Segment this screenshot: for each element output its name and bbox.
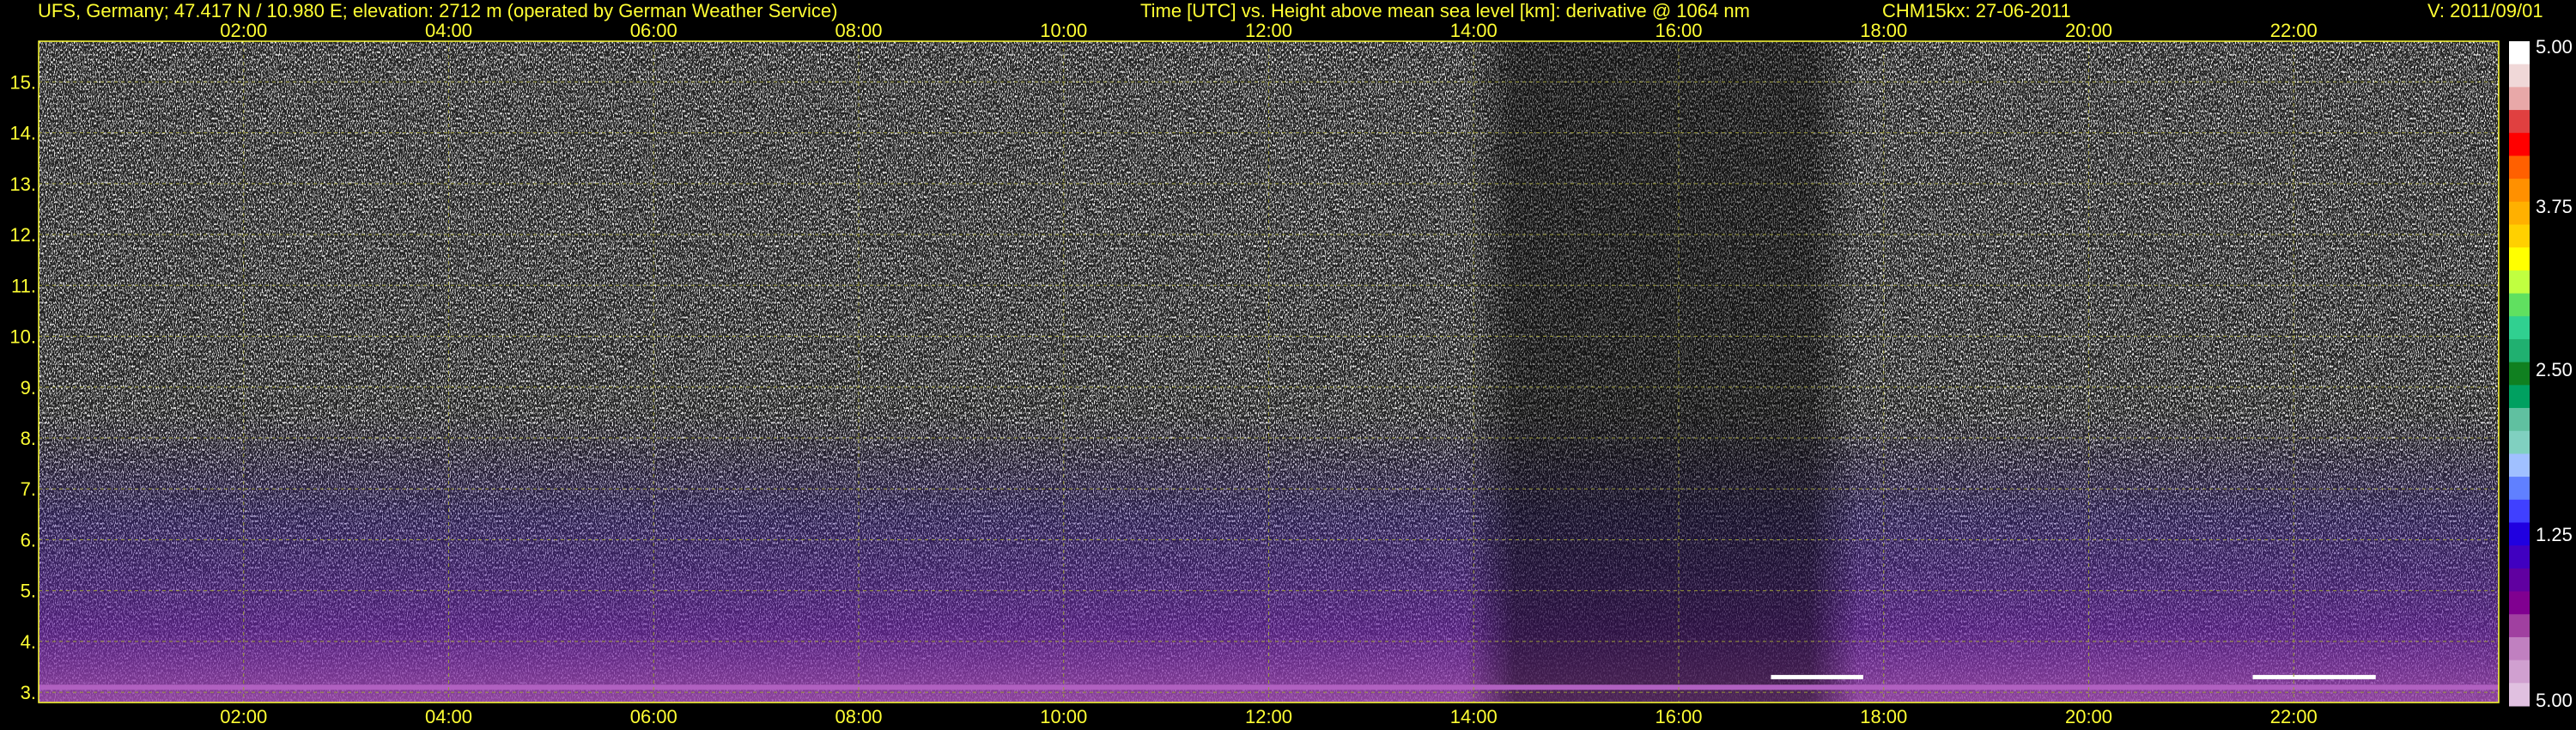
colorbar-swatch — [2509, 293, 2530, 317]
y-tick-label: 14. — [9, 123, 36, 144]
x-tick-label-top: 02:00 — [220, 20, 267, 41]
y-tick-label: 15. — [9, 71, 36, 93]
colorbar-swatch — [2509, 41, 2530, 65]
x-tick-label: 08:00 — [835, 706, 882, 727]
colorbar-swatch — [2509, 270, 2530, 295]
x-tick-label-top: 20:00 — [2065, 20, 2112, 41]
colorbar-swatch — [2509, 64, 2530, 88]
colorbar: 5.00 3.75 2.50 1.25 5.00 — [2509, 36, 2573, 711]
x-tick-label: 10:00 — [1040, 706, 1087, 727]
colorbar-swatch — [2509, 499, 2530, 523]
colorbar-swatch — [2509, 522, 2530, 546]
x-tick-label: 04:00 — [425, 706, 472, 727]
colorbar-swatch — [2509, 155, 2530, 179]
colorbar-swatch — [2509, 591, 2530, 615]
x-tick-label: 06:00 — [630, 706, 677, 727]
x-axis-top: 02:00 04:00 06:00 08:00 10:00 12:00 14:00 16:00… — [220, 20, 2318, 41]
colorbar-swatch — [2509, 683, 2530, 707]
x-tick-label: 16:00 — [1655, 706, 1702, 727]
colorbar-swatch — [2509, 614, 2530, 638]
x-tick-label-top: 18:00 — [1860, 20, 1907, 41]
x-tick-label-top: 16:00 — [1655, 20, 1702, 41]
colorbar-swatch — [2509, 660, 2530, 684]
x-axis-bottom: 02:00 04:00 06:00 08:00 10:00 12:00 14:00 16:00… — [220, 706, 2318, 727]
colorbar-swatch — [2509, 385, 2530, 409]
colorbar-tick-label: 3.75 — [2536, 196, 2573, 217]
colorbar-swatch — [2509, 362, 2530, 386]
colorbar-swatch — [2509, 179, 2530, 203]
colorbar-swatch — [2509, 453, 2530, 478]
x-tick-label: 18:00 — [1860, 706, 1907, 727]
x-tick-label: 14:00 — [1450, 706, 1498, 727]
y-tick-label: 8. — [21, 428, 36, 449]
colorbar-swatch — [2509, 568, 2530, 593]
x-tick-label: 02:00 — [220, 706, 267, 727]
x-tick-label: 20:00 — [2065, 706, 2112, 727]
y-tick-label: 5. — [21, 581, 36, 602]
x-tick-label-top: 08:00 — [835, 20, 882, 41]
colorbar-swatch — [2509, 430, 2530, 454]
colorbar-swatch — [2509, 545, 2530, 569]
colorbar-swatch — [2509, 477, 2530, 501]
colorbar-swatch — [2509, 247, 2530, 271]
x-tick-label-top: 14:00 — [1450, 20, 1498, 41]
x-tick-label-top: 06:00 — [630, 20, 677, 41]
x-tick-label: 22:00 — [2270, 706, 2318, 727]
colorbar-swatch — [2509, 224, 2530, 248]
ceilometer-heatmap: 02:00 04:00 06:00 08:00 10:00 12:00 14:00 16:00… — [9, 20, 2573, 727]
colorbar-swatch — [2509, 87, 2530, 111]
colorbar-swatch — [2509, 338, 2530, 363]
x-tick-label-top: 12:00 — [1245, 20, 1292, 41]
x-tick-label-top: 22:00 — [2270, 20, 2318, 41]
y-axis: 3. 4. 5. 6. 7. 8. 9. 10. 11. 12. 13. 14. 15. — [9, 71, 36, 703]
colorbar-swatch — [2509, 408, 2530, 432]
y-tick-label: 4. — [21, 631, 36, 653]
colorbar-swatch — [2509, 636, 2530, 661]
colorbar-swatch — [2509, 201, 2530, 226]
colorbar-swatch — [2509, 110, 2530, 134]
colorbar-tick-label: 1.25 — [2536, 524, 2573, 545]
x-tick-label: 12:00 — [1245, 706, 1292, 727]
y-tick-label: 7. — [21, 478, 36, 500]
y-tick-label: 10. — [9, 326, 36, 348]
colorbar-swatch — [2509, 132, 2530, 156]
colorbar-tick-label: 5.00 — [2536, 690, 2573, 711]
colorbar-tick-label: 2.50 — [2536, 359, 2573, 380]
y-tick-label: 9. — [21, 377, 36, 398]
x-tick-label-top: 04:00 — [425, 20, 472, 41]
y-tick-label: 12. — [9, 224, 36, 246]
y-tick-label: 13. — [9, 173, 36, 195]
colorbar-swatch — [2509, 316, 2530, 340]
y-tick-label: 3. — [21, 682, 36, 703]
y-tick-label: 11. — [11, 275, 36, 296]
x-tick-label-top: 10:00 — [1040, 20, 1087, 41]
plot-area — [38, 40, 2500, 703]
colorbar-tick-label: 5.00 — [2536, 36, 2573, 58]
y-tick-label: 6. — [21, 529, 36, 551]
